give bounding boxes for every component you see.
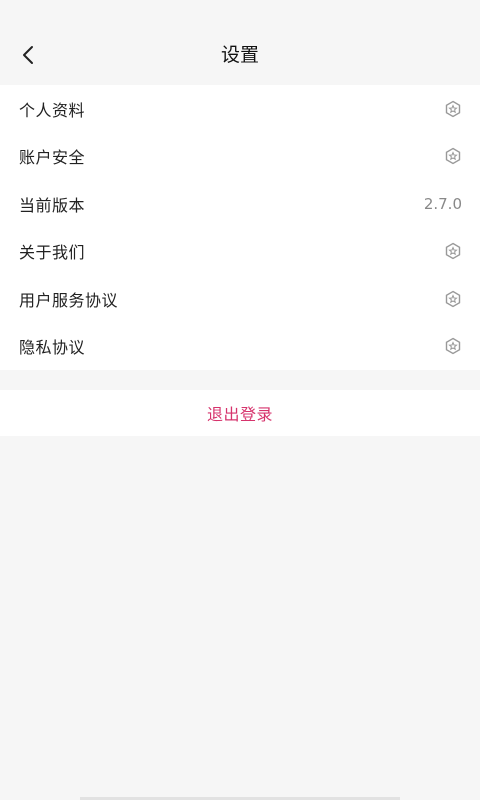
settings-item-label: 隐私协议: [19, 338, 86, 358]
hexagon-star-icon: [444, 337, 462, 355]
logout-button[interactable]: 退出登录: [0, 390, 480, 436]
settings-item-label: 关于我们: [19, 243, 86, 263]
settings-item-privacy-policy[interactable]: 隐私协议: [0, 323, 480, 371]
settings-list: 个人资料 账户安全 当前版本 2.7.0 关于我们 用户服务协议 隐私协议: [0, 85, 480, 370]
settings-item-current-version: 当前版本 2.7.0: [0, 180, 480, 228]
hexagon-star-icon: [444, 147, 462, 165]
settings-item-profile[interactable]: 个人资料: [0, 85, 480, 133]
header-bar: 设置: [0, 0, 480, 85]
hexagon-star-icon: [444, 290, 462, 308]
version-value: 2.7.0: [423, 194, 462, 213]
hexagon-star-icon: [444, 242, 462, 260]
settings-item-label: 账户安全: [19, 148, 86, 168]
settings-item-label: 个人资料: [19, 100, 86, 120]
page-title: 设置: [220, 44, 259, 66]
hexagon-star-icon: [444, 100, 462, 118]
settings-item-account-security[interactable]: 账户安全: [0, 133, 480, 181]
settings-item-label: 当前版本: [19, 195, 86, 215]
logout-label: 退出登录: [206, 405, 273, 424]
settings-screen: 设置 个人资料 账户安全 当前版本 2.7.0 关于我们 用户服务协议 隐私协议…: [0, 0, 480, 800]
settings-item-about-us[interactable]: 关于我们: [0, 228, 480, 276]
settings-item-user-agreement[interactable]: 用户服务协议: [0, 275, 480, 323]
settings-item-label: 用户服务协议: [19, 290, 119, 310]
